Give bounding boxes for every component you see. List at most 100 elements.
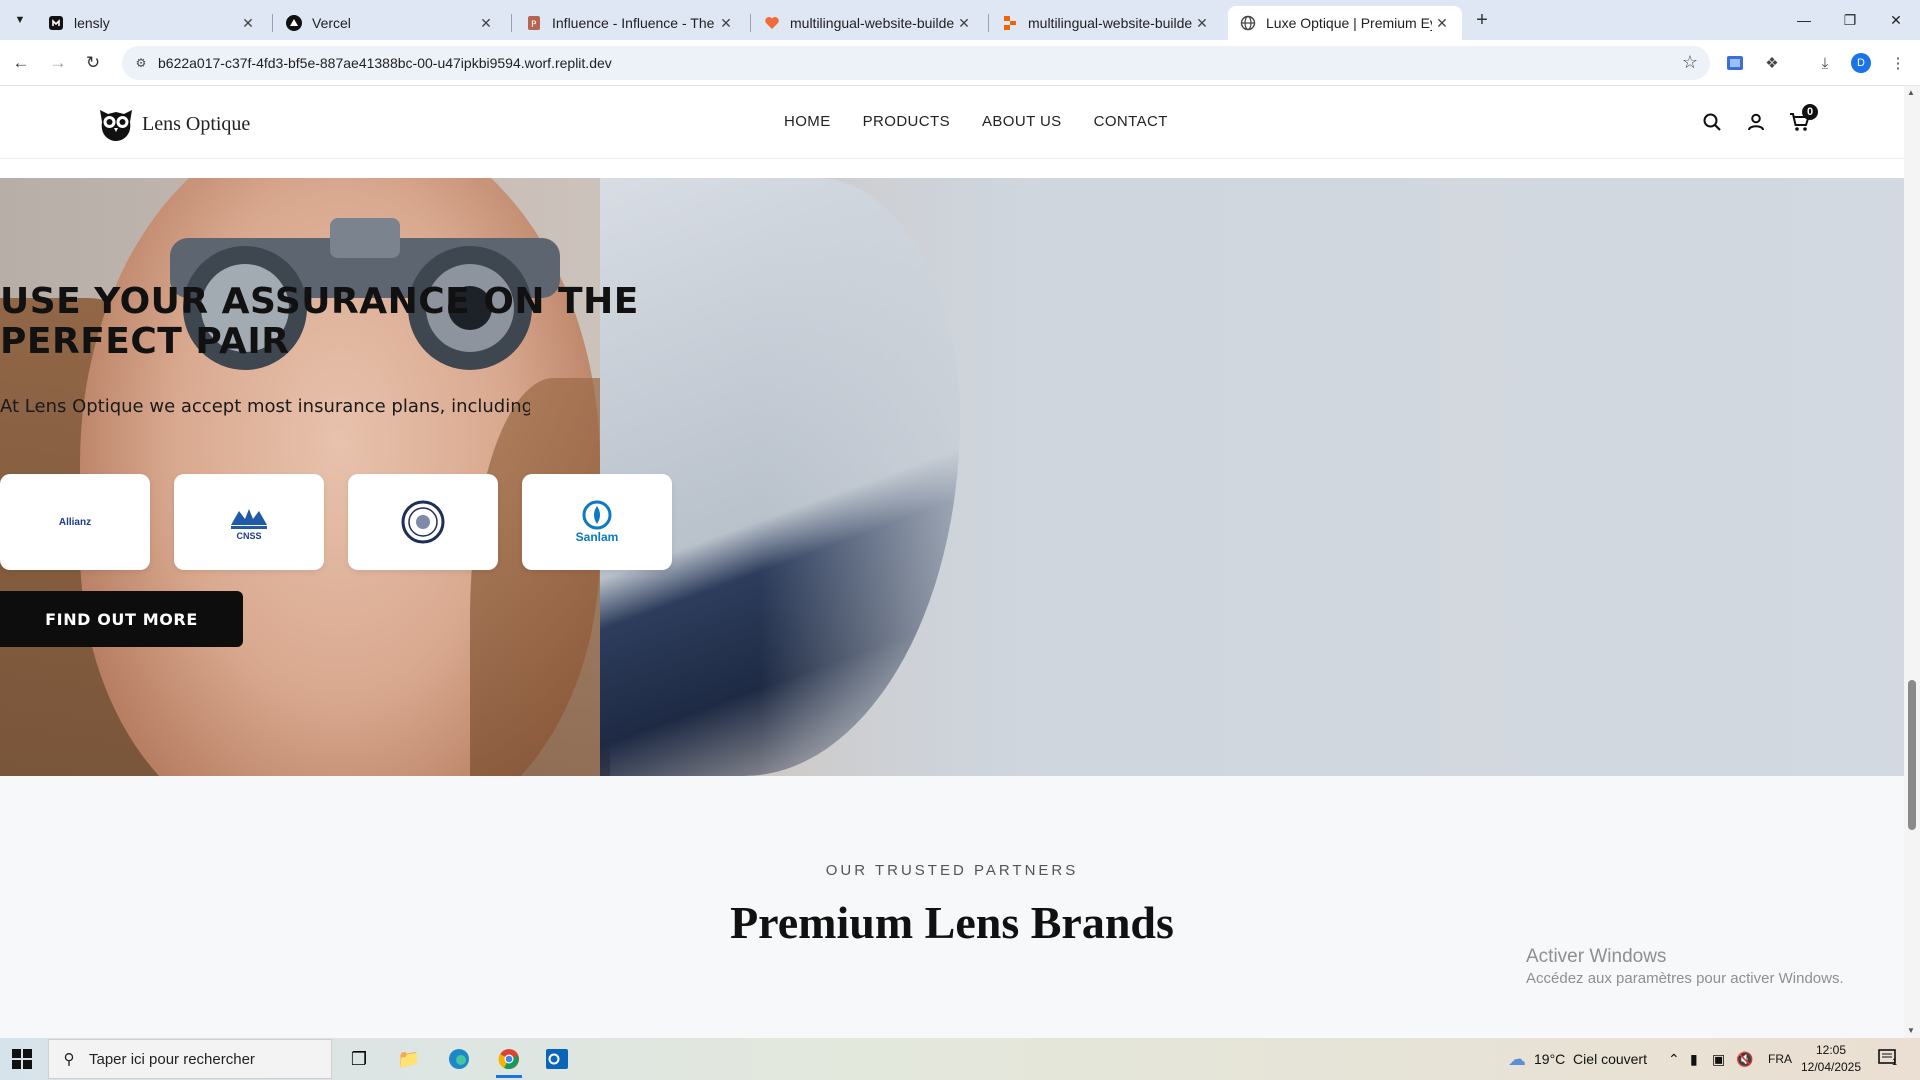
pdf-icon: P [526,15,542,31]
partners-title: Premium Lens Brands [730,897,1174,948]
search-icon: ⚲ [63,1051,75,1068]
notification-center-icon[interactable]: 1 [1878,1049,1900,1069]
browser-tab-bar: ▼ lensly ✕ Vercel ✕ P Influence - Influe… [0,0,1920,40]
owl-logo-icon [100,110,132,141]
insurer-card-cnss[interactable]: CNSS [174,474,324,570]
search-icon[interactable] [1700,110,1724,134]
minimize-icon[interactable]: — [1781,0,1827,40]
tab-separator [511,14,512,32]
cnss-label: CNSS [236,531,262,541]
tab-separator [272,14,273,32]
find-out-more-button[interactable]: FIND OUT MORE [0,591,243,647]
windows-activation-watermark: Activer Windows Accédez aux paramètres p… [1526,946,1844,987]
taskbar-search-box[interactable]: ⚲ Taper ici pour rechercher [48,1039,332,1079]
close-tab-icon[interactable]: ✕ [1192,13,1212,33]
tab-vercel[interactable]: Vercel ✕ [274,6,506,40]
weather-text: 19°C Ciel couvert [1534,1051,1647,1067]
insurer-card-seal[interactable] [348,474,498,570]
user-account-icon[interactable] [1744,110,1768,134]
tab-multilingual-replit[interactable]: multilingual-website-builder - F ✕ [990,6,1222,40]
nav-contact[interactable]: CONTACT [1094,113,1168,130]
restore-icon[interactable]: ❐ [1827,0,1873,40]
windows-start-icon[interactable] [12,1049,32,1069]
network-icon[interactable]: ▣ [1712,1038,1725,1080]
tab-luxe-optique[interactable]: Luxe Optique | Premium Eyewe ✕ [1228,6,1462,40]
seal-logo [401,500,445,544]
bookmark-star-icon[interactable]: ☆ [1682,52,1698,73]
language-indicator[interactable]: FRA [1768,1038,1792,1080]
watermark-line-2: Accédez aux paramètres pour activer Wind… [1526,970,1844,987]
forward-arrow-icon[interactable]: → [45,50,71,76]
insurer-card-sanlam[interactable]: Sanlam [522,474,672,570]
site-header: Lens Optique HOME PRODUCTS ABOUT US CONT… [0,86,1904,159]
hero-background-fade [760,178,1904,776]
site-info-icon[interactable]: ⚙ [132,54,150,72]
watermark-line-1: Activer Windows [1526,946,1667,967]
cnss-logo [231,509,267,529]
close-tab-icon[interactable]: ✕ [716,13,736,33]
close-tab-icon[interactable]: ✕ [954,13,974,33]
scroll-down-arrow-icon[interactable]: ▼ [1907,1026,1915,1035]
nav-about-us[interactable]: ABOUT US [982,113,1062,130]
browser-menu-icon[interactable]: ⋮ [1887,52,1909,74]
tab-multilingual-lovable[interactable]: multilingual-website-builder - L ✕ [752,6,984,40]
screen-capture-extension-icon[interactable] [1724,52,1746,74]
file-explorer-icon[interactable]: 📁 [392,1043,426,1075]
heart-icon [764,15,780,31]
partners-eyebrow: OUR TRUSTED PARTNERS [825,862,1079,879]
svg-text:P: P [531,20,537,30]
clock-time: 12:05 [1815,1043,1847,1057]
back-arrow-icon[interactable]: ← [8,50,34,76]
page-scrollbar[interactable]: ▲ ▼ [1904,86,1920,1038]
browser-toolbar: ← → ↻ ⚙ b622a017-c37f-4fd3-bf5e-887ae413… [0,40,1920,86]
weather-widget[interactable]: ☁ 19°C Ciel couvert [1508,1038,1647,1080]
tab-lensly[interactable]: lensly ✕ [36,6,268,40]
new-tab-plus-icon[interactable]: + [1470,8,1494,32]
tab-influence[interactable]: P Influence - Influence - The Psyc ✕ [514,6,746,40]
outlook-icon[interactable] [540,1043,574,1075]
volume-muted-icon[interactable]: 🔇 [1736,1038,1753,1080]
address-bar[interactable]: ⚙ b622a017-c37f-4fd3-bf5e-887ae41388bc-0… [122,46,1710,80]
scrollbar-thumb[interactable] [1908,680,1916,830]
tab-separator [750,14,751,32]
show-hidden-icons-chevron-icon[interactable]: ⌃ [1668,1038,1680,1080]
trusted-partners-section: OUR TRUSTED PARTNERS Premium Lens Brands [0,776,1904,1038]
cart-count-badge: 0 [1802,104,1818,120]
profile-avatar[interactable]: D [1851,53,1871,73]
close-tab-icon[interactable]: ✕ [476,13,496,33]
scroll-up-arrow-icon[interactable]: ▲ [1907,88,1915,97]
notification-count: 1 [1892,1057,1898,1067]
sanlam-logo [582,500,612,530]
close-tab-icon[interactable]: ✕ [1432,13,1452,33]
hero-title: USE YOUR ASSURANCE ON THE PERFECT PAIR [0,281,639,362]
allianz-logo: Allianz [58,516,92,528]
edge-browser-icon[interactable] [442,1043,476,1075]
nav-home[interactable]: HOME [784,113,831,130]
windows-taskbar: ⚲ Taper ici pour rechercher ❐ 📁 ☁ 19°C C… [0,1038,1920,1080]
close-window-icon[interactable]: ✕ [1873,0,1919,40]
nav-products[interactable]: PRODUCTS [863,113,950,130]
reload-icon[interactable]: ↻ [80,50,106,76]
download-icon[interactable]: ⤓ [1814,52,1836,74]
tab-search-chevron-icon[interactable]: ▼ [8,8,32,32]
extensions-puzzle-icon[interactable]: ❖ [1761,52,1783,74]
cloud-weather-icon: ☁ [1508,1048,1526,1069]
globe-icon [1240,15,1256,31]
insurer-card-allianz[interactable]: Allianz [0,474,150,570]
insurance-hero: USE YOUR ASSURANCE ON THE PERFECT PAIR A… [0,178,1904,776]
taskbar-search-placeholder: Taper ici pour rechercher [89,1050,255,1068]
clock-date: 12/04/2025 [1800,1060,1862,1074]
taskbar-clock[interactable]: 12:05 12/04/2025 [1796,1042,1866,1076]
close-tab-icon[interactable]: ✕ [238,13,258,33]
task-view-icon[interactable]: ❐ [342,1043,376,1075]
page-viewport: Lens Optique HOME PRODUCTS ABOUT US CONT… [0,86,1904,1038]
url-text[interactable]: b622a017-c37f-4fd3-bf5e-887ae41388bc-00-… [158,55,612,71]
tab-separator [988,14,989,32]
github-icon [48,15,64,31]
site-logo[interactable]: Lens Optique [96,104,250,144]
battery-icon[interactable]: ▮ [1690,1038,1698,1080]
hero-subtitle: At Lens Optique we accept most insurance… [0,396,530,417]
chrome-browser-icon[interactable] [492,1043,526,1078]
cart-icon[interactable]: 0 [1788,104,1818,134]
replit-icon [1002,15,1018,31]
